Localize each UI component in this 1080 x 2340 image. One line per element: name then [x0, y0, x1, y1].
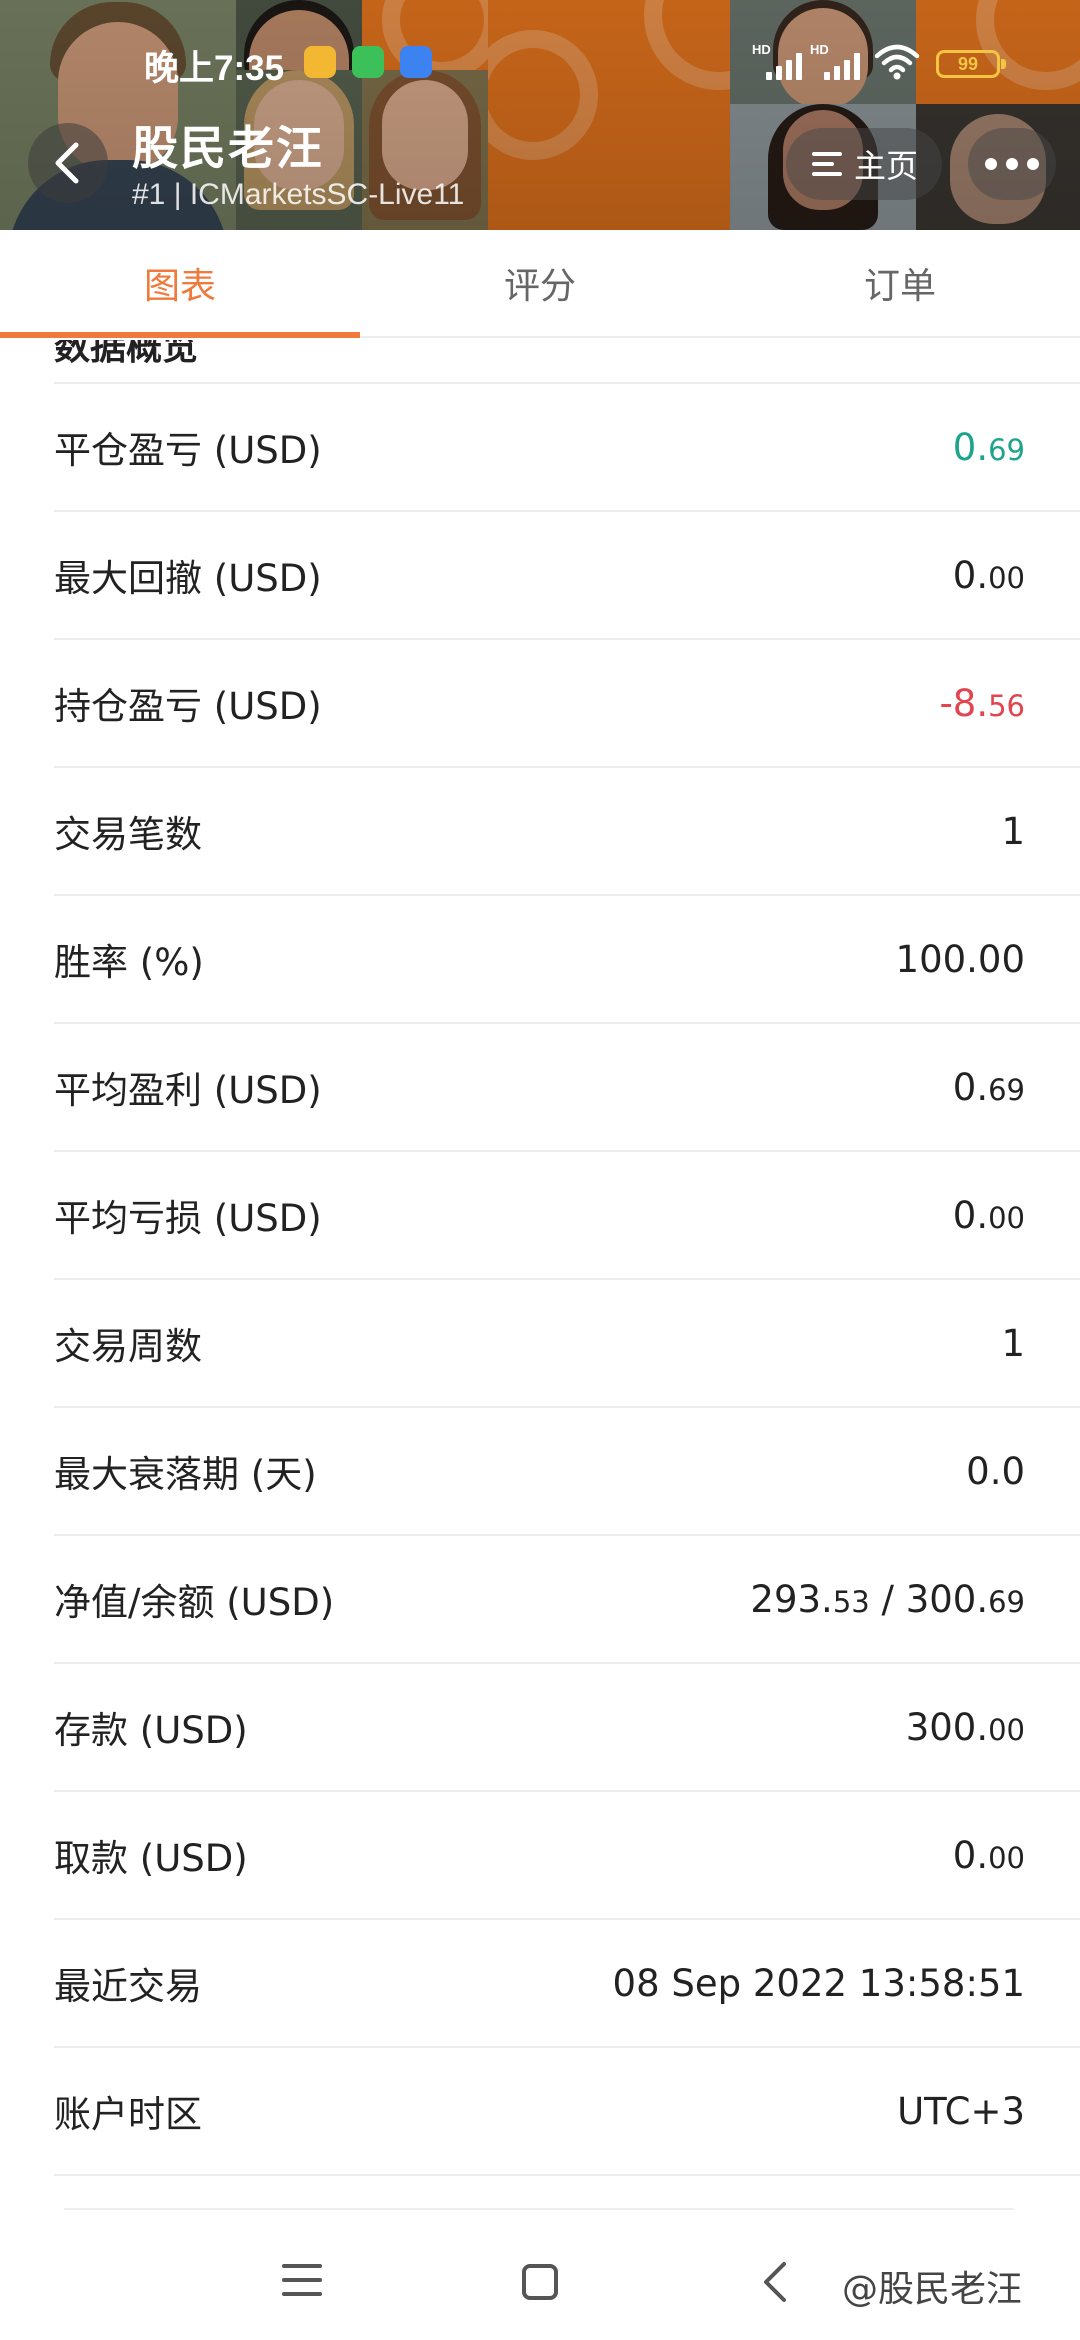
stat-label: 持仓盈亏 (USD): [54, 685, 322, 728]
system-nav-bar: @股民老汪: [0, 2220, 1080, 2340]
stat-value: 1: [1001, 1321, 1025, 1365]
stat-deposits: 存款 (USD) 300.00: [54, 1664, 1080, 1792]
battery-indicator: 99: [936, 50, 1006, 78]
stat-value: 0.00: [952, 553, 1025, 597]
stat-avg-profit: 平均盈利 (USD) 0.69: [54, 1024, 1080, 1152]
stat-trade-count: 交易笔数 1: [54, 768, 1080, 896]
stat-value: 08 Sep 2022 13:58:51: [612, 1961, 1025, 2005]
back-button[interactable]: [28, 123, 108, 203]
menu-lines-icon: [811, 152, 842, 176]
stats-list: 平仓盈亏 (USD) 0.69 最大回撤 (USD) 0.00 持仓盈亏 (US…: [0, 384, 1080, 2176]
stat-value: 0.00: [952, 1193, 1025, 1237]
cellular-signal-icon: HD: [752, 42, 812, 80]
stat-account-timezone: 账户时区 UTC+3: [54, 2048, 1080, 2176]
stat-avg-loss: 平均亏损 (USD) 0.00: [54, 1152, 1080, 1280]
stat-value: 0.00: [952, 1833, 1025, 1877]
stat-value: 300.00: [905, 1705, 1025, 1749]
divider: [64, 2208, 1014, 2210]
stat-value: 0.0: [966, 1449, 1025, 1493]
stat-value: 1: [1001, 809, 1025, 853]
stat-label: 净值/余额 (USD): [54, 1581, 335, 1624]
stat-closed-pnl: 平仓盈亏 (USD) 0.69: [54, 384, 1080, 512]
stat-label: 最近交易: [54, 1965, 202, 2008]
stat-value: 0.69: [952, 425, 1025, 469]
recent-apps-button[interactable]: [282, 2264, 322, 2300]
stat-win-rate: 胜率 (%) 100.00: [54, 896, 1080, 1024]
cellular-signal-2-icon: HD: [810, 42, 870, 80]
stat-label: 最大衰落期 (天): [54, 1453, 317, 1496]
stat-label: 平均盈利 (USD): [54, 1069, 322, 1112]
stat-value: -8.56: [939, 681, 1025, 725]
account-subtitle: #1 | ICMarketsSC-Live11: [132, 178, 465, 211]
tab-orders[interactable]: 订单: [720, 230, 1080, 336]
message-app-icon: [304, 46, 336, 78]
app-screen: 晚上7:35 HD HD 99 股民老汪 #1 | ICMarketsSC-Li…: [0, 0, 1080, 2340]
more-dots-icon: [985, 158, 997, 170]
stat-label: 账户时区: [54, 2093, 202, 2136]
home-nav-button[interactable]: [522, 2264, 558, 2300]
stat-value: 0.69: [952, 1065, 1025, 1109]
stat-label: 取款 (USD): [54, 1837, 248, 1880]
stat-label: 交易笔数: [54, 813, 202, 856]
stat-label: 平均亏损 (USD): [54, 1197, 322, 1240]
watermark-text: @股民老汪: [842, 2269, 1023, 2310]
stat-label: 最大回撤 (USD): [54, 557, 322, 600]
stat-label: 平仓盈亏 (USD): [54, 429, 322, 472]
tab-rating[interactable]: 评分: [360, 230, 720, 336]
stat-max-decline-period: 最大衰落期 (天) 0.0: [54, 1408, 1080, 1536]
home-button[interactable]: 主页: [786, 128, 942, 200]
stat-max-drawdown: 最大回撤 (USD) 0.00: [54, 512, 1080, 640]
home-button-label: 主页: [853, 147, 918, 185]
chevron-left-icon: [55, 142, 79, 184]
assistant-app-icon: [400, 46, 432, 78]
page-title: 股民老汪: [132, 121, 324, 175]
stat-open-pnl: 持仓盈亏 (USD) -8.56: [54, 640, 1080, 768]
more-button[interactable]: [968, 128, 1056, 200]
wechat-icon: [352, 46, 384, 78]
stat-value: UTC+3: [897, 2089, 1025, 2133]
stat-value: 100.00: [895, 937, 1025, 981]
section-heading: 数据概览: [54, 340, 1080, 384]
stat-equity-balance: 净值/余额 (USD) 293.53 / 300.69: [54, 1536, 1080, 1664]
status-time: 晚上7:35: [144, 49, 285, 88]
wifi-icon: [874, 44, 920, 80]
stat-label: 交易周数: [54, 1325, 202, 1368]
stat-label: 存款 (USD): [54, 1709, 248, 1752]
stat-withdrawals: 取款 (USD) 0.00: [54, 1792, 1080, 1920]
tab-bar: 图表 评分 订单: [0, 230, 1080, 338]
stat-value: 293.53 / 300.69: [750, 1577, 1025, 1621]
stat-label: 胜率 (%): [54, 941, 204, 984]
header-banner: 晚上7:35 HD HD 99 股民老汪 #1 | ICMarketsSC-Li…: [0, 0, 1080, 230]
tab-chart[interactable]: 图表: [0, 230, 360, 338]
back-nav-icon[interactable]: [760, 2260, 790, 2304]
stat-trading-weeks: 交易周数 1: [54, 1280, 1080, 1408]
stat-last-trade: 最近交易 08 Sep 2022 13:58:51: [54, 1920, 1080, 2048]
